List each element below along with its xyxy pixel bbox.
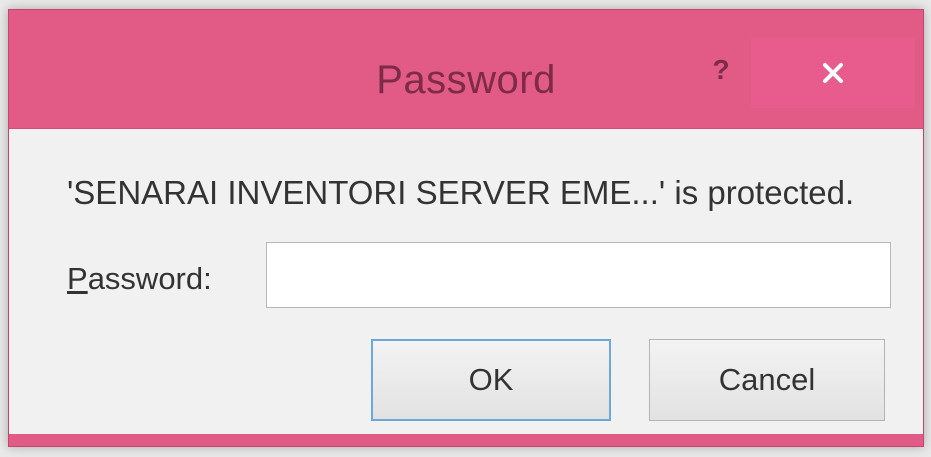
password-dialog: Password ? 'SENARAI INVENTORI SERVER EME… [8,9,924,447]
password-label-accesskey: P [67,261,88,296]
protected-message: 'SENARAI INVENTORI SERVER EME...' is pro… [67,174,855,211]
close-icon [823,63,843,83]
cancel-button[interactable]: Cancel [649,339,885,421]
dialog-body: 'SENARAI INVENTORI SERVER EME...' is pro… [9,128,923,434]
help-icon: ? [712,54,730,85]
password-label-text: assword: [87,261,212,296]
help-button[interactable]: ? [697,46,745,94]
password-input[interactable] [266,242,891,308]
title-bar[interactable]: Password ? [9,10,923,128]
password-label: Password: [67,261,212,297]
close-button[interactable] [751,38,915,108]
ok-button[interactable]: OK [371,339,611,421]
